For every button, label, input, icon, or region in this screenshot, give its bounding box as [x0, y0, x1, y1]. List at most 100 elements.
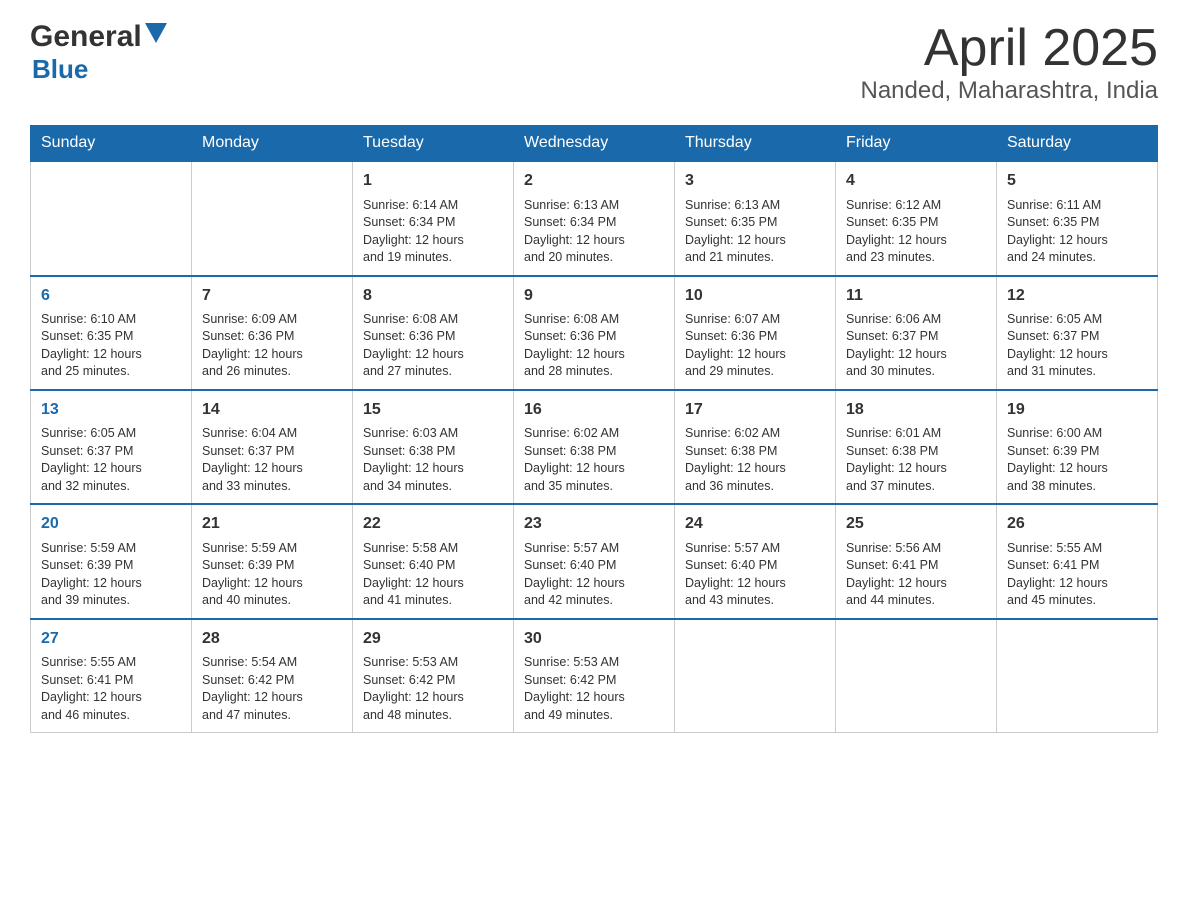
day-info: Sunrise: 6:00 AMSunset: 6:39 PMDaylight:…: [1007, 425, 1147, 495]
day-info: Sunrise: 5:59 AMSunset: 6:39 PMDaylight:…: [41, 540, 181, 610]
day-number: 3: [685, 170, 825, 192]
calendar-cell: 1 Sunrise: 6:14 AMSunset: 6:34 PMDaylight…: [353, 161, 514, 275]
day-number: 12: [1007, 285, 1147, 307]
day-number: 28: [202, 628, 342, 650]
day-info: Sunrise: 6:05 AMSunset: 6:37 PMDaylight:…: [41, 425, 181, 495]
day-number: 4: [846, 170, 986, 192]
day-info: Sunrise: 5:55 AMSunset: 6:41 PMDaylight:…: [41, 654, 181, 724]
day-info: Sunrise: 6:04 AMSunset: 6:37 PMDaylight:…: [202, 425, 342, 495]
calendar-cell: 26 Sunrise: 5:55 AMSunset: 6:41 PMDayligh…: [997, 504, 1158, 618]
day-info: Sunrise: 6:09 AMSunset: 6:36 PMDaylight:…: [202, 311, 342, 381]
week-row-5: 27 Sunrise: 5:55 AMSunset: 6:41 PMDayligh…: [31, 619, 1158, 733]
day-number: 25: [846, 513, 986, 535]
calendar-cell: [31, 161, 192, 275]
day-number: 17: [685, 399, 825, 421]
calendar-cell: [836, 619, 997, 733]
day-info: Sunrise: 6:07 AMSunset: 6:36 PMDaylight:…: [685, 311, 825, 381]
calendar-cell: 23 Sunrise: 5:57 AMSunset: 6:40 PMDayligh…: [514, 504, 675, 618]
day-number: 7: [202, 285, 342, 307]
day-number: 21: [202, 513, 342, 535]
calendar-title: April 2025: [860, 20, 1158, 77]
day-number: 29: [363, 628, 503, 650]
day-info: Sunrise: 5:54 AMSunset: 6:42 PMDaylight:…: [202, 654, 342, 724]
calendar-cell: 11 Sunrise: 6:06 AMSunset: 6:37 PMDayligh…: [836, 276, 997, 390]
day-number: 14: [202, 399, 342, 421]
week-row-3: 13 Sunrise: 6:05 AMSunset: 6:37 PMDayligh…: [31, 390, 1158, 504]
day-info: Sunrise: 5:55 AMSunset: 6:41 PMDaylight:…: [1007, 540, 1147, 610]
page-header: General Blue April 2025 Nanded, Maharash…: [30, 20, 1158, 105]
week-row-2: 6 Sunrise: 6:10 AMSunset: 6:35 PMDaylight…: [31, 276, 1158, 390]
day-info: Sunrise: 6:13 AMSunset: 6:34 PMDaylight:…: [524, 197, 664, 267]
day-number: 26: [1007, 513, 1147, 535]
title-block: April 2025 Nanded, Maharashtra, India: [860, 20, 1158, 105]
calendar-cell: [192, 161, 353, 275]
logo-triangle-icon: [145, 23, 167, 43]
calendar-cell: 27 Sunrise: 5:55 AMSunset: 6:41 PMDayligh…: [31, 619, 192, 733]
calendar-cell: 9 Sunrise: 6:08 AMSunset: 6:36 PMDaylight…: [514, 276, 675, 390]
day-info: Sunrise: 5:53 AMSunset: 6:42 PMDaylight:…: [363, 654, 503, 724]
day-info: Sunrise: 6:10 AMSunset: 6:35 PMDaylight:…: [41, 311, 181, 381]
calendar-cell: 8Sunrise: 6:08 AMSunset: 6:36 PMDaylight…: [353, 276, 514, 390]
day-info: Sunrise: 6:02 AMSunset: 6:38 PMDaylight:…: [524, 425, 664, 495]
day-info: Sunrise: 5:56 AMSunset: 6:41 PMDaylight:…: [846, 540, 986, 610]
calendar-cell: 20 Sunrise: 5:59 AMSunset: 6:39 PMDayligh…: [31, 504, 192, 618]
calendar-cell: 16 Sunrise: 6:02 AMSunset: 6:38 PMDayligh…: [514, 390, 675, 504]
calendar-cell: 24Sunrise: 5:57 AMSunset: 6:40 PMDayligh…: [675, 504, 836, 618]
day-number: 13: [41, 399, 181, 421]
day-info: Sunrise: 6:05 AMSunset: 6:37 PMDaylight:…: [1007, 311, 1147, 381]
calendar-cell: 6 Sunrise: 6:10 AMSunset: 6:35 PMDaylight…: [31, 276, 192, 390]
calendar-cell: 15Sunrise: 6:03 AMSunset: 6:38 PMDayligh…: [353, 390, 514, 504]
weekday-header-monday: Monday: [192, 126, 353, 162]
calendar-cell: 12 Sunrise: 6:05 AMSunset: 6:37 PMDayligh…: [997, 276, 1158, 390]
calendar-cell: 19 Sunrise: 6:00 AMSunset: 6:39 PMDayligh…: [997, 390, 1158, 504]
day-number: 2: [524, 170, 664, 192]
day-number: 19: [1007, 399, 1147, 421]
day-number: 16: [524, 399, 664, 421]
day-info: Sunrise: 6:06 AMSunset: 6:37 PMDaylight:…: [846, 311, 986, 381]
day-info: Sunrise: 6:08 AMSunset: 6:36 PMDaylight:…: [524, 311, 664, 381]
calendar-cell: [997, 619, 1158, 733]
day-number: 24: [685, 513, 825, 535]
day-info: Sunrise: 6:03 AMSunset: 6:38 PMDaylight:…: [363, 425, 503, 495]
calendar-cell: 30Sunrise: 5:53 AMSunset: 6:42 PMDayligh…: [514, 619, 675, 733]
calendar-cell: 18Sunrise: 6:01 AMSunset: 6:38 PMDayligh…: [836, 390, 997, 504]
day-number: 27: [41, 628, 181, 650]
day-number: 9: [524, 285, 664, 307]
day-info: Sunrise: 5:58 AMSunset: 6:40 PMDaylight:…: [363, 540, 503, 610]
calendar-cell: 17Sunrise: 6:02 AMSunset: 6:38 PMDayligh…: [675, 390, 836, 504]
weekday-header-friday: Friday: [836, 126, 997, 162]
calendar-cell: 10 Sunrise: 6:07 AMSunset: 6:36 PMDayligh…: [675, 276, 836, 390]
weekday-header-tuesday: Tuesday: [353, 126, 514, 162]
day-number: 8: [363, 285, 503, 307]
calendar-cell: 25 Sunrise: 5:56 AMSunset: 6:41 PMDayligh…: [836, 504, 997, 618]
calendar-header-row: SundayMondayTuesdayWednesdayThursdayFrid…: [31, 126, 1158, 162]
calendar-cell: 28 Sunrise: 5:54 AMSunset: 6:42 PMDayligh…: [192, 619, 353, 733]
day-number: 22: [363, 513, 503, 535]
day-number: 6: [41, 285, 181, 307]
day-info: Sunrise: 5:57 AMSunset: 6:40 PMDaylight:…: [524, 540, 664, 610]
day-number: 11: [846, 285, 986, 307]
calendar-cell: 14 Sunrise: 6:04 AMSunset: 6:37 PMDayligh…: [192, 390, 353, 504]
day-info: Sunrise: 6:14 AMSunset: 6:34 PMDaylight:…: [363, 197, 503, 267]
calendar-cell: 13 Sunrise: 6:05 AMSunset: 6:37 PMDayligh…: [31, 390, 192, 504]
calendar-cell: 7 Sunrise: 6:09 AMSunset: 6:36 PMDaylight…: [192, 276, 353, 390]
day-info: Sunrise: 5:53 AMSunset: 6:42 PMDaylight:…: [524, 654, 664, 724]
calendar-cell: 5Sunrise: 6:11 AMSunset: 6:35 PMDaylight…: [997, 161, 1158, 275]
day-number: 23: [524, 513, 664, 535]
week-row-1: 1 Sunrise: 6:14 AMSunset: 6:34 PMDaylight…: [31, 161, 1158, 275]
calendar-cell: 2 Sunrise: 6:13 AMSunset: 6:34 PMDaylight…: [514, 161, 675, 275]
day-info: Sunrise: 5:59 AMSunset: 6:39 PMDaylight:…: [202, 540, 342, 610]
day-info: Sunrise: 6:01 AMSunset: 6:38 PMDaylight:…: [846, 425, 986, 495]
day-info: Sunrise: 6:12 AMSunset: 6:35 PMDaylight:…: [846, 197, 986, 267]
calendar-table: SundayMondayTuesdayWednesdayThursdayFrid…: [30, 125, 1158, 733]
weekday-header-thursday: Thursday: [675, 126, 836, 162]
calendar-cell: 4 Sunrise: 6:12 AMSunset: 6:35 PMDaylight…: [836, 161, 997, 275]
day-info: Sunrise: 6:13 AMSunset: 6:35 PMDaylight:…: [685, 197, 825, 267]
day-number: 1: [363, 170, 503, 192]
calendar-cell: 29 Sunrise: 5:53 AMSunset: 6:42 PMDayligh…: [353, 619, 514, 733]
weekday-header-saturday: Saturday: [997, 126, 1158, 162]
calendar-cell: 3 Sunrise: 6:13 AMSunset: 6:35 PMDaylight…: [675, 161, 836, 275]
day-number: 10: [685, 285, 825, 307]
day-number: 20: [41, 513, 181, 535]
weekday-header-sunday: Sunday: [31, 126, 192, 162]
